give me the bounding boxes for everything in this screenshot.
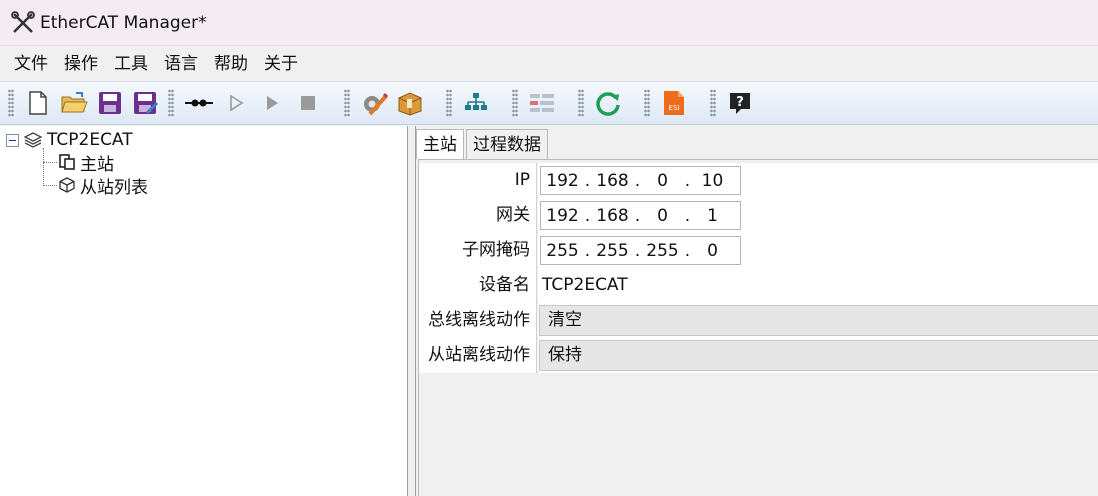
open-folder-icon (61, 92, 88, 113)
connect-button[interactable] (184, 88, 214, 118)
bus-offline-row: 总线离线动作 清空 (419, 303, 1098, 338)
esi-file-icon: ESI (664, 91, 684, 115)
toolbar: ESI ? (0, 81, 1098, 125)
ip-label: IP (419, 163, 537, 198)
slave-offline-select[interactable]: 保持 (539, 340, 1098, 371)
open-button[interactable] (60, 88, 88, 118)
title-bar: EtherCAT Manager* (0, 0, 1098, 45)
menu-help[interactable]: 帮助 (206, 46, 256, 82)
layers-icon (23, 132, 43, 148)
refresh-icon (596, 92, 620, 116)
property-grid: IP 192. 168. 0. 10 网关 192. 168. 0. 1 子网掩… (418, 159, 1098, 496)
toolbar-grip[interactable] (446, 89, 452, 117)
menu-file[interactable]: 文件 (6, 46, 56, 82)
save-as-button[interactable] (132, 88, 160, 118)
device-name-value: TCP2ECAT (542, 275, 628, 295)
toolbar-grip[interactable] (512, 89, 518, 117)
subnet-row: 子网掩码 255. 255. 255. 0 (419, 233, 1098, 268)
tree-item-label: 从站列表 (80, 177, 148, 198)
tree-root-label: TCP2ECAT (47, 130, 133, 150)
collapse-toggle[interactable] (6, 133, 19, 147)
help-icon: ? (730, 93, 750, 114)
subnet-mask-field[interactable]: 255. 255. 255. 0 (540, 236, 741, 265)
new-file-icon (29, 91, 47, 115)
network-tree-icon (465, 93, 487, 110)
ip-octet[interactable]: 168 (591, 171, 634, 191)
properties-panel: 主站 过程数据 IP 192. 168. 0. 10 网关 192. 168. (416, 126, 1098, 496)
toolbar-grip[interactable] (710, 89, 716, 117)
tools-icon (11, 10, 35, 33)
toolbar-grip[interactable] (168, 89, 174, 117)
tree-item-master[interactable]: 主站 (58, 151, 114, 175)
connect-icon (185, 99, 213, 107)
gateway-label: 网关 (419, 198, 537, 233)
ip-row: IP 192. 168. 0. 10 (419, 163, 1098, 198)
device-name-label: 设备名 (419, 268, 537, 303)
ip-address-field[interactable]: 192. 168. 0. 10 (540, 166, 741, 195)
network-tree-button[interactable] (462, 88, 490, 118)
panel-splitter[interactable] (408, 126, 416, 496)
slave-config-icon (530, 94, 554, 112)
run-button[interactable] (258, 88, 286, 118)
run-step-button[interactable] (222, 88, 250, 118)
tree-root[interactable]: TCP2ECAT (6, 129, 133, 151)
stop-button[interactable] (294, 88, 322, 118)
cube-icon (59, 177, 75, 193)
ip-octet[interactable]: 10 (691, 171, 734, 191)
new-file-button[interactable] (24, 88, 52, 118)
window-title: EtherCAT Manager* (40, 12, 207, 33)
run-icon (267, 96, 278, 110)
master-icon (59, 154, 75, 170)
tab-process-data[interactable]: 过程数据 (466, 129, 548, 159)
device-name-row: 设备名 TCP2ECAT (419, 268, 1098, 303)
bus-offline-select[interactable]: 清空 (539, 305, 1098, 336)
gateway-octet[interactable]: 192 (541, 206, 584, 226)
svg-text:ESI: ESI (669, 104, 680, 112)
save-button[interactable] (96, 88, 124, 118)
save-icon (99, 92, 121, 114)
toolbar-grip[interactable] (578, 89, 584, 117)
svg-text:?: ? (736, 95, 744, 110)
gateway-octet[interactable]: 168 (591, 206, 634, 226)
gateway-octet[interactable]: 1 (691, 206, 734, 226)
bus-offline-label: 总线离线动作 (419, 303, 537, 338)
gateway-row: 网关 192. 168. 0. 1 (419, 198, 1098, 233)
toolbar-grip[interactable] (344, 89, 350, 117)
menu-about[interactable]: 关于 (256, 46, 306, 82)
toolbar-grip[interactable] (644, 89, 650, 117)
menu-bar: 文件 操作 工具 语言 帮助 关于 (0, 45, 1098, 81)
gateway-field[interactable]: 192. 168. 0. 1 (540, 201, 741, 230)
ip-octet[interactable]: 192 (541, 171, 584, 191)
subnet-octet[interactable]: 255 (591, 241, 634, 261)
refresh-button[interactable] (594, 88, 622, 118)
tree-item-slave-list[interactable]: 从站列表 (58, 174, 148, 198)
settings-edit-icon (364, 92, 388, 116)
slave-offline-row: 从站离线动作 保持 (419, 338, 1098, 373)
menu-tools[interactable]: 工具 (106, 46, 156, 82)
gateway-octet[interactable]: 0 (641, 206, 684, 226)
tab-master[interactable]: 主站 (416, 129, 464, 159)
run-outline-icon (230, 94, 244, 112)
tree-item-label: 主站 (80, 154, 114, 175)
save-as-icon (134, 92, 159, 115)
subnet-octet[interactable]: 255 (541, 241, 584, 261)
device-name-field[interactable]: TCP2ECAT (538, 268, 1098, 303)
toolbar-grip[interactable] (8, 89, 14, 117)
project-tree: TCP2ECAT 主站 从站列表 (0, 126, 408, 496)
subnet-octet[interactable]: 0 (691, 241, 734, 261)
subnet-octet[interactable]: 255 (641, 241, 684, 261)
esi-button[interactable]: ESI (660, 88, 688, 118)
stop-icon (301, 96, 315, 110)
tab-strip: 主站 过程数据 (416, 129, 550, 159)
ip-octet[interactable]: 0 (641, 171, 684, 191)
package-button[interactable] (396, 88, 424, 118)
slave-config-button[interactable] (528, 88, 556, 118)
edit-settings-button[interactable] (360, 88, 388, 118)
package-icon (398, 92, 422, 116)
menu-language[interactable]: 语言 (156, 46, 206, 82)
subnet-label: 子网掩码 (419, 233, 537, 268)
help-button[interactable]: ? (726, 88, 754, 118)
slave-offline-label: 从站离线动作 (419, 338, 537, 373)
menu-operation[interactable]: 操作 (56, 46, 106, 82)
